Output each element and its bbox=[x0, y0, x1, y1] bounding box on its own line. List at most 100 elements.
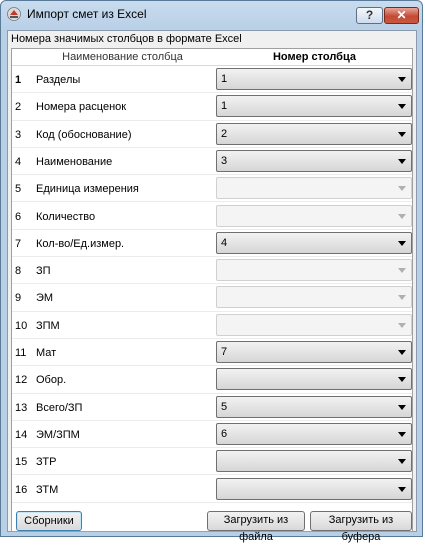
column-name-label: ЗТР bbox=[36, 456, 57, 469]
table-row: 2 Номера расценок 1 bbox=[12, 93, 412, 121]
column-name-label: ЗТМ bbox=[36, 483, 59, 496]
column-number-select[interactable]: 1 bbox=[216, 68, 412, 90]
dropdown-arrow-icon bbox=[398, 404, 406, 410]
dropdown-arrow-icon bbox=[398, 186, 406, 192]
column-name-label: ЭМ/ЗПМ bbox=[36, 428, 80, 441]
column-number-select[interactable]: 3 bbox=[216, 149, 412, 172]
load-from-buffer-button[interactable]: Загрузить из буфера bbox=[310, 511, 412, 543]
collections-button[interactable]: Сборники bbox=[16, 511, 82, 531]
dropdown-arrow-icon bbox=[398, 295, 406, 301]
app-icon bbox=[7, 7, 21, 21]
close-button[interactable]: ✕ bbox=[384, 7, 419, 24]
column-name-label: Мат bbox=[36, 347, 57, 359]
dropdown-arrow-icon bbox=[398, 158, 406, 164]
header-column-name: Наименование столбца bbox=[62, 51, 183, 63]
row-number: 15 bbox=[15, 456, 28, 469]
table-row: 3 Код (обоснование) 2 bbox=[12, 121, 412, 148]
row-number: 8 bbox=[15, 265, 22, 278]
table-row: 16 ЗТМ bbox=[12, 476, 412, 503]
row-number: 7 bbox=[15, 237, 22, 250]
table-row: 5 Единица измерения bbox=[12, 175, 412, 203]
dropdown-arrow-icon bbox=[398, 104, 406, 110]
column-name-label: Обор. bbox=[36, 374, 67, 387]
row-number: 6 bbox=[15, 210, 22, 223]
header-column-number: Номер столбца bbox=[272, 51, 356, 63]
column-name-label: Номера расценок bbox=[36, 101, 127, 114]
select-value: 1 bbox=[221, 73, 228, 85]
columns-grid: Наименование столбца Номер столбца 1 Разд… bbox=[11, 48, 413, 532]
column-number-select[interactable] bbox=[216, 368, 412, 391]
column-number-select bbox=[216, 313, 412, 336]
column-name-label: ЗП bbox=[36, 265, 51, 278]
column-name-label: ЭМ bbox=[36, 292, 54, 305]
table-row: 1 Разделы 1 bbox=[12, 66, 412, 94]
window-title: Импорт смет из Excel bbox=[27, 7, 147, 21]
row-number: 14 bbox=[15, 428, 28, 441]
column-number-select[interactable]: 6 bbox=[216, 422, 412, 445]
dropdown-arrow-icon bbox=[398, 486, 406, 492]
column-name-label: Код (обоснование) bbox=[36, 128, 132, 141]
table-row: 8 ЗП bbox=[12, 257, 412, 285]
column-name-label: Разделы bbox=[36, 74, 81, 86]
grid-header: Наименование столбца Номер столбца bbox=[12, 49, 412, 66]
import-dialog: Импорт смет из Excel ? ✕ Номера значимых… bbox=[0, 0, 423, 543]
column-number-select[interactable]: 4 bbox=[216, 231, 412, 254]
row-number: 13 bbox=[15, 401, 28, 414]
column-name-label: Единица измерения bbox=[36, 183, 139, 196]
column-number-select[interactable] bbox=[216, 477, 412, 500]
column-number-select[interactable]: 7 bbox=[216, 341, 412, 363]
row-number: 11 bbox=[15, 347, 27, 359]
select-value: 4 bbox=[221, 236, 228, 249]
row-number: 2 bbox=[15, 101, 22, 114]
row-number: 5 bbox=[15, 183, 22, 196]
select-value: 7 bbox=[221, 346, 228, 358]
select-value: 2 bbox=[221, 127, 228, 140]
column-number-select bbox=[216, 204, 412, 227]
select-value: 5 bbox=[221, 400, 228, 413]
columns-caption: Номера значимых столбцов в формате Excel bbox=[11, 33, 242, 45]
title-bar[interactable]: Импорт смет из Excel ? ✕ bbox=[1, 1, 422, 28]
table-row: 4 Наименование 3 bbox=[12, 148, 412, 176]
dropdown-arrow-icon bbox=[398, 377, 406, 383]
column-number-select[interactable]: 5 bbox=[216, 395, 412, 418]
row-number: 3 bbox=[15, 128, 22, 141]
table-row: 6 Количество bbox=[12, 203, 412, 230]
column-name-label: Кол-во/Ед.измер. bbox=[36, 237, 125, 250]
column-name-label: Количество bbox=[36, 210, 96, 223]
table-row: 14 ЭМ/ЗПМ 6 bbox=[12, 421, 412, 449]
row-number: 16 bbox=[15, 483, 28, 496]
column-number-select bbox=[216, 177, 412, 200]
column-name-label: Всего/ЗП bbox=[36, 401, 83, 414]
column-number-select[interactable] bbox=[216, 450, 412, 473]
table-row: 12 Обор. bbox=[12, 366, 412, 394]
column-number-select[interactable]: 2 bbox=[216, 122, 412, 145]
dropdown-arrow-icon bbox=[398, 268, 406, 274]
dropdown-arrow-icon bbox=[398, 322, 406, 328]
select-value: 6 bbox=[221, 427, 228, 440]
dropdown-arrow-icon bbox=[398, 131, 406, 137]
help-button[interactable]: ? bbox=[356, 7, 383, 24]
dropdown-arrow-icon bbox=[398, 350, 406, 355]
table-row: 11 Мат 7 bbox=[12, 339, 412, 367]
load-from-file-button[interactable]: Загрузить из файла bbox=[207, 511, 305, 543]
table-row: 9 ЭМ bbox=[12, 284, 412, 312]
column-name-label: Наименование bbox=[36, 155, 113, 168]
dropdown-arrow-icon bbox=[398, 77, 406, 82]
dropdown-arrow-icon bbox=[398, 213, 406, 219]
row-number: 10 bbox=[15, 319, 28, 332]
column-number-select bbox=[216, 286, 412, 309]
select-value: 3 bbox=[221, 154, 228, 167]
dropdown-arrow-icon bbox=[398, 240, 406, 246]
dialog-body: Номера значимых столбцов в формате Excel… bbox=[7, 30, 417, 543]
table-row: 15 ЗТР bbox=[12, 448, 412, 476]
table-row: 10 ЗПМ bbox=[12, 312, 412, 339]
dropdown-arrow-icon bbox=[398, 431, 406, 437]
table-row: 7 Кол-во/Ед.измер. 4 bbox=[12, 230, 412, 258]
row-number: 4 bbox=[15, 155, 22, 168]
column-number-select[interactable]: 1 bbox=[216, 95, 412, 118]
row-number: 9 bbox=[15, 292, 22, 305]
table-row: 13 Всего/ЗП 5 bbox=[12, 394, 412, 421]
column-number-select bbox=[216, 259, 412, 282]
row-number: 12 bbox=[15, 374, 28, 387]
dropdown-arrow-icon bbox=[398, 459, 406, 465]
